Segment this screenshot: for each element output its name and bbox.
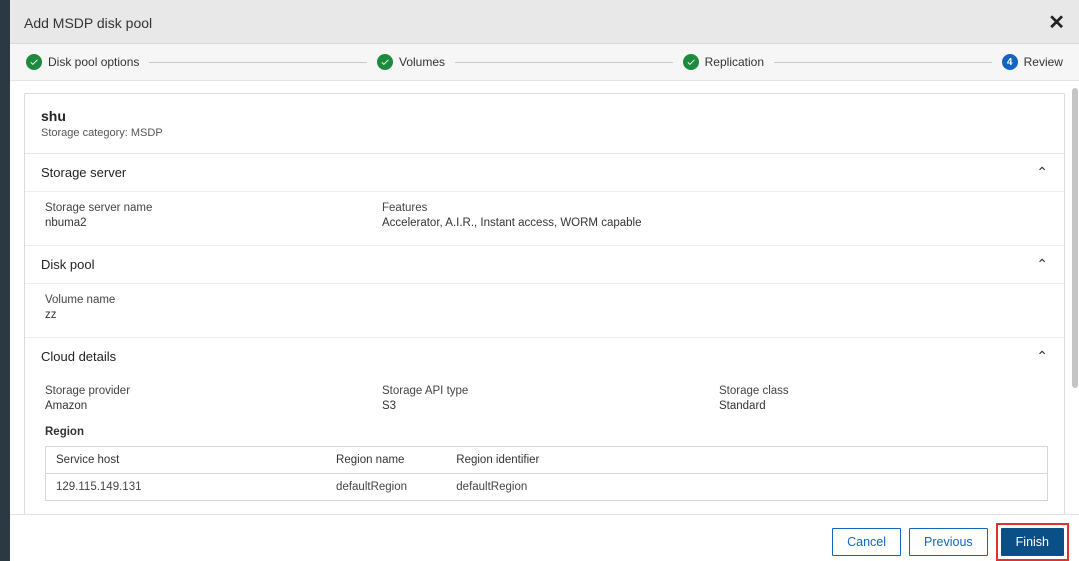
storage-server-section-header[interactable]: Storage server ⌃: [25, 154, 1064, 192]
check-icon: [26, 54, 42, 70]
section-title: Storage server: [41, 165, 126, 180]
storage-class-label: Storage class: [719, 385, 1048, 397]
pool-name: shu: [41, 108, 1048, 124]
step-divider: [774, 62, 992, 63]
table-header-row: Service host Region name Region identifi…: [46, 447, 1048, 474]
storage-provider-value: Amazon: [45, 400, 374, 412]
step-label: Volumes: [399, 55, 445, 69]
cloud-details-section-body: Storage provider Amazon Storage API type…: [25, 375, 1064, 514]
cloud-details-section-header[interactable]: Cloud details ⌃: [25, 338, 1064, 375]
storage-api-label: Storage API type: [382, 385, 711, 397]
storage-provider-label: Storage provider: [45, 385, 374, 397]
check-icon: [377, 54, 393, 70]
step-divider: [149, 62, 367, 63]
finish-highlight: Finish: [996, 523, 1069, 561]
section-title: Disk pool: [41, 257, 94, 272]
features-value: Accelerator, A.I.R., Instant access, WOR…: [382, 217, 711, 229]
step-volumes[interactable]: Volumes: [377, 54, 445, 70]
dialog-header: Add MSDP disk pool ✕: [10, 0, 1079, 44]
scrollbar-thumb[interactable]: [1072, 88, 1078, 388]
volume-name-label: Volume name: [45, 294, 1048, 306]
storage-server-name-value: nbuma2: [45, 217, 374, 229]
wizard-stepper: Disk pool options Volumes Replication 4 …: [10, 44, 1079, 81]
step-disk-pool-options[interactable]: Disk pool options: [26, 54, 139, 70]
chevron-up-icon: ⌃: [1036, 348, 1048, 365]
close-icon[interactable]: ✕: [1048, 10, 1065, 35]
left-rail: [0, 0, 10, 561]
col-region-name: Region name: [326, 447, 446, 474]
disk-pool-section-body: Volume name zz: [25, 284, 1064, 337]
storage-category: Storage category: MSDP: [41, 127, 1048, 139]
col-region-id: Region identifier: [446, 447, 1047, 474]
dialog-title: Add MSDP disk pool: [24, 15, 152, 31]
step-label: Disk pool options: [48, 55, 139, 69]
storage-api-value: S3: [382, 400, 711, 412]
finish-button[interactable]: Finish: [1001, 528, 1064, 556]
table-row: 129.115.149.131 defaultRegion defaultReg…: [46, 474, 1048, 501]
section-title: Cloud details: [41, 349, 116, 364]
step-label: Replication: [705, 55, 764, 69]
step-number-icon: 4: [1002, 54, 1018, 70]
chevron-up-icon: ⌃: [1036, 256, 1048, 273]
add-disk-pool-dialog: Add MSDP disk pool ✕ Disk pool options V…: [10, 0, 1079, 561]
review-card: shu Storage category: MSDP Storage serve…: [24, 93, 1065, 514]
cancel-button[interactable]: Cancel: [832, 528, 901, 556]
summary-block: shu Storage category: MSDP: [25, 94, 1064, 154]
chevron-up-icon: ⌃: [1036, 164, 1048, 181]
storage-server-name-label: Storage server name: [45, 202, 374, 214]
storage-server-section-body: Storage server name nbuma2 Features Acce…: [25, 192, 1064, 245]
cell-region-id: defaultRegion: [446, 474, 1047, 501]
review-content: shu Storage category: MSDP Storage serve…: [10, 81, 1079, 514]
storage-class-value: Standard: [719, 400, 1048, 412]
dialog-footer: Cancel Previous Finish: [10, 514, 1079, 561]
col-service-host: Service host: [46, 447, 327, 474]
cell-region-name: defaultRegion: [326, 474, 446, 501]
step-review[interactable]: 4 Review: [1002, 54, 1063, 70]
step-replication[interactable]: Replication: [683, 54, 764, 70]
cell-service-host: 129.115.149.131: [46, 474, 327, 501]
scrollbar-track[interactable]: [1071, 88, 1079, 518]
step-divider: [455, 62, 673, 63]
disk-pool-section-header[interactable]: Disk pool ⌃: [25, 246, 1064, 284]
previous-button[interactable]: Previous: [909, 528, 988, 556]
features-label: Features: [382, 202, 711, 214]
volume-name-value: zz: [45, 309, 1048, 321]
region-heading: Region: [45, 426, 1048, 438]
check-icon: [683, 54, 699, 70]
step-label: Review: [1024, 55, 1063, 69]
region-table: Service host Region name Region identifi…: [45, 446, 1048, 501]
